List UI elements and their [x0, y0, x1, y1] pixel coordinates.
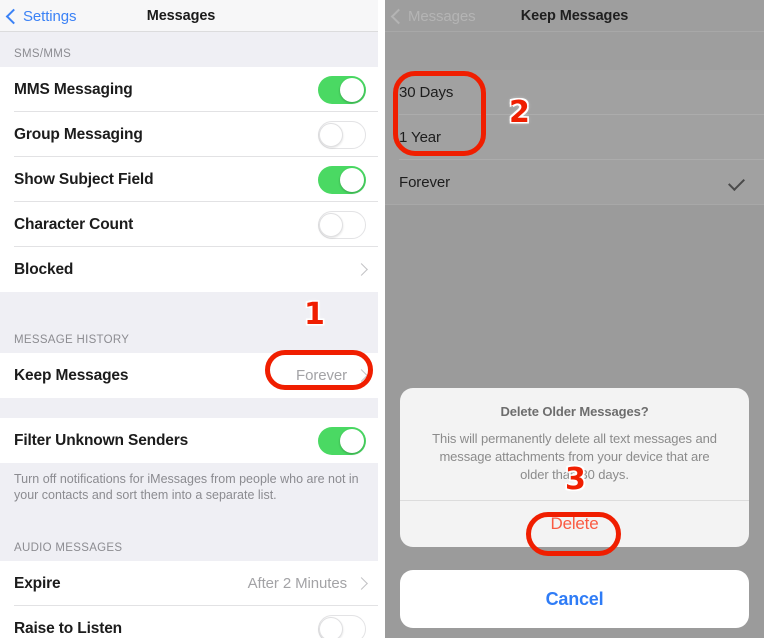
row-label: Raise to Listen	[14, 619, 122, 637]
alert-title: Delete Older Messages?	[500, 404, 649, 419]
row-mms-messaging[interactable]: MMS Messaging	[0, 67, 378, 112]
page-title: Messages	[146, 8, 216, 24]
option-label: Forever	[399, 174, 450, 191]
chevron-right-icon	[355, 577, 368, 590]
row-label: Character Count	[14, 215, 134, 233]
delete-older-messages-alert: Delete Older Messages? This will permane…	[400, 388, 749, 547]
toggle-knob	[340, 428, 364, 453]
toggle-show-subject-field[interactable]	[318, 165, 366, 194]
messages-settings-screen: Settings Messages SMS/MMS MMS Messaging …	[0, 0, 378, 638]
checkmark-icon	[728, 174, 745, 191]
option-30-days[interactable]: 30 Days	[385, 70, 764, 115]
option-1-year[interactable]: 1 Year	[385, 115, 764, 160]
panel-divider	[378, 0, 385, 638]
toggle-knob	[340, 77, 364, 102]
row-label: Group Messaging	[14, 125, 143, 143]
row-character-count[interactable]: Character Count	[0, 202, 378, 247]
row-group-messaging[interactable]: Group Messaging	[0, 112, 378, 157]
retention-options-group: 30 Days 1 Year Forever	[385, 70, 764, 205]
section-header-audio-messages: AUDIO MESSAGES	[0, 517, 378, 561]
chevron-right-icon	[355, 369, 368, 382]
keep-messages-value: Forever	[296, 367, 347, 384]
cancel-button[interactable]: Cancel	[400, 570, 749, 628]
row-label: Filter Unknown Senders	[14, 431, 189, 449]
row-filter-unknown-senders[interactable]: Filter Unknown Senders	[0, 418, 378, 463]
row-label: Keep Messages	[14, 366, 129, 384]
section-header-message-history: MESSAGE HISTORY	[0, 292, 378, 353]
chevron-right-icon	[355, 263, 368, 276]
option-label: 1 Year	[399, 129, 441, 146]
toggle-knob	[340, 167, 364, 192]
toggle-raise-to-listen[interactable]	[318, 614, 366, 638]
alert-body: Delete Older Messages? This will permane…	[400, 388, 749, 500]
row-label: Blocked	[14, 260, 74, 278]
row-keep-messages[interactable]: Keep Messages Forever	[0, 353, 378, 398]
filter-group: Filter Unknown Senders	[0, 418, 378, 463]
list-top-spacer	[385, 32, 764, 70]
message-history-group: Keep Messages Forever	[0, 353, 378, 398]
toggle-filter-unknown-senders[interactable]	[318, 426, 366, 455]
expire-value: After 2 Minutes	[247, 575, 347, 592]
row-show-subject-field[interactable]: Show Subject Field	[0, 157, 378, 202]
toggle-group-messaging[interactable]	[318, 120, 366, 149]
row-expire[interactable]: Expire After 2 Minutes	[0, 561, 378, 606]
toggle-knob	[319, 122, 343, 147]
toggle-character-count[interactable]	[318, 210, 366, 239]
option-forever[interactable]: Forever	[385, 160, 764, 205]
row-raise-to-listen[interactable]: Raise to Listen	[0, 606, 378, 638]
filter-unknown-senders-note: Turn off notifications for iMessages fro…	[0, 463, 378, 517]
right-navbar: Messages Keep Messages	[385, 0, 764, 32]
page-title: Keep Messages	[520, 8, 629, 24]
sms-mms-group: MMS Messaging Group Messaging Show Subje…	[0, 67, 378, 292]
left-navbar: Settings Messages	[0, 0, 378, 32]
keep-messages-screen: Messages Keep Messages 30 Days 1 Year Fo…	[385, 0, 764, 638]
option-label: 30 Days	[399, 84, 454, 101]
row-label: Expire	[14, 574, 61, 592]
row-label: MMS Messaging	[14, 80, 133, 98]
row-label: Show Subject Field	[14, 170, 154, 188]
toggle-mms-messaging[interactable]	[318, 75, 366, 104]
alert-message: This will permanently delete all text me…	[432, 431, 717, 482]
audio-messages-group: Expire After 2 Minutes Raise to Listen	[0, 561, 378, 638]
row-blocked[interactable]: Blocked	[0, 247, 378, 292]
delete-button[interactable]: Delete	[400, 501, 749, 547]
toggle-knob	[319, 212, 343, 237]
toggle-knob	[319, 616, 343, 638]
section-header-sms-mms: SMS/MMS	[0, 32, 378, 67]
section-spacer-filter	[0, 398, 378, 418]
dual-screenshot-composite: Settings Messages SMS/MMS MMS Messaging …	[0, 0, 764, 638]
